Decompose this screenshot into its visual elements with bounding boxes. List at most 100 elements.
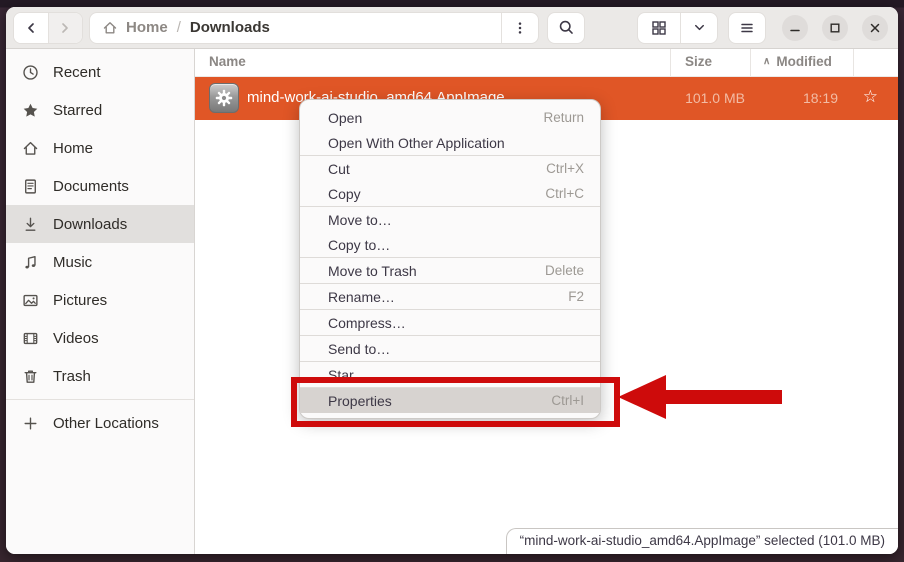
sidebar-item-label: Pictures [53,292,107,309]
sidebar-item-other-locations[interactable]: Other Locations [6,404,194,442]
menu-item-star[interactable]: Star [300,362,600,387]
window-controls [782,15,888,41]
menu-item-shortcut: Delete [545,263,584,278]
menu-item-label: Properties [328,393,551,409]
column-header-modified[interactable]: ∧ Modified [763,54,832,69]
menu-item-open-with-other-application[interactable]: Open With Other Application [300,130,600,155]
downloads-icon [22,216,39,233]
file-size: 101.0 MB [685,90,745,106]
file-modified-time: 18:19 [803,90,838,106]
sidebar-item-videos[interactable]: Videos [6,319,194,357]
search-icon [558,19,575,36]
menu-item-copy-to[interactable]: Copy to… [300,232,600,257]
menu-item-label: Send to… [328,341,584,357]
search-button[interactable] [547,12,585,44]
menu-item-label: Copy [328,186,545,202]
home-icon [22,140,39,157]
minimize-icon [788,21,802,35]
nav-buttons [13,12,83,44]
column-divider[interactable] [670,49,671,76]
menu-item-shortcut: Ctrl+X [546,161,584,176]
maximize-button[interactable] [822,15,848,41]
pictures-icon [22,292,39,309]
sidebar-item-trash[interactable]: Trash [6,357,194,395]
header-bar: Home / Downloads [6,7,898,49]
column-divider[interactable] [750,49,751,76]
documents-icon [22,178,39,195]
chevron-right-icon [57,20,73,36]
sidebar-item-label: Downloads [53,216,127,233]
sidebar-item-starred[interactable]: Starred [6,91,194,129]
path-bar: Home / Downloads [89,12,539,44]
sidebar-item-documents[interactable]: Documents [6,167,194,205]
menu-item-label: Star [328,367,584,383]
minimize-button[interactable] [782,15,808,41]
sidebar-item-pictures[interactable]: Pictures [6,281,194,319]
sort-ascending-icon: ∧ [763,56,770,67]
menu-item-label: Open With Other Application [328,135,584,151]
home-icon [102,20,118,36]
menu-item-properties[interactable]: Properties Ctrl+I [300,388,600,413]
executable-gear-icon [209,83,239,113]
view-options-dropdown[interactable] [680,13,717,43]
hamburger-menu-icon [739,20,755,36]
sidebar-separator [6,399,194,400]
menu-item-label: Rename… [328,289,568,305]
menu-item-label: Open [328,110,543,126]
chevron-left-icon [23,20,39,36]
menu-item-label: Compress… [328,315,584,331]
menu-item-label: Move to… [328,212,584,228]
column-header-size[interactable]: Size [685,54,712,69]
breadcrumb-separator: / [177,19,181,36]
sidebar-item-downloads[interactable]: Downloads [6,205,194,243]
menu-item-send-to[interactable]: Send to… [300,336,600,361]
column-divider[interactable] [853,49,854,76]
column-header-modified-label: Modified [776,54,832,69]
sidebar-item-label: Recent [53,64,101,81]
view-toggle-group [637,12,718,44]
close-button[interactable] [862,15,888,41]
star-icon [22,102,39,119]
grid-view-button[interactable] [638,13,680,43]
menu-item-shortcut: Ctrl+C [545,186,584,201]
sidebar-item-label: Trash [53,368,91,385]
sidebar-item-label: Documents [53,178,129,195]
menu-item-shortcut: F2 [568,289,584,304]
sidebar-item-recent[interactable]: Recent [6,53,194,91]
menu-item-shortcut: Return [543,110,584,125]
main-menu-button[interactable] [728,12,766,44]
menu-item-compress[interactable]: Compress… [300,310,600,335]
sidebar-item-label: Music [53,254,92,271]
maximize-icon [828,21,842,35]
menu-item-cut[interactable]: Cut Ctrl+X [300,156,600,181]
music-note-icon [22,254,39,271]
back-button[interactable] [14,13,48,43]
trash-icon [22,368,39,385]
sidebar-item-label: Home [53,140,93,157]
menu-item-label: Move to Trash [328,263,545,279]
menu-item-label: Copy to… [328,237,584,253]
menu-item-shortcut: Ctrl+I [551,393,584,408]
breadcrumb-home[interactable]: Home [126,19,168,36]
forward-button[interactable] [48,13,83,43]
sidebar-item-label: Starred [53,102,102,119]
plus-icon [22,415,39,432]
sidebar-item-home[interactable]: Home [6,129,194,167]
menu-item-move-to-trash[interactable]: Move to Trash Delete [300,258,600,283]
selection-status-text: “mind-work-ai-studio_amd64.AppImage” sel… [520,533,885,548]
sidebar-item-label: Other Locations [53,415,159,432]
star-outline-icon[interactable]: ☆ [863,87,878,107]
status-bar: “mind-work-ai-studio_amd64.AppImage” sel… [506,528,898,554]
grid-view-icon [651,20,667,36]
breadcrumb-current[interactable]: Downloads [190,19,270,36]
sidebar-item-music[interactable]: Music [6,243,194,281]
menu-item-rename[interactable]: Rename… F2 [300,284,600,309]
menu-item-move-to[interactable]: Move to… [300,207,600,232]
context-menu: Open Return Open With Other Application … [299,99,601,419]
location-menu-button[interactable] [501,13,538,43]
menu-item-copy[interactable]: Copy Ctrl+C [300,181,600,206]
menu-item-open[interactable]: Open Return [300,105,600,130]
videos-icon [22,330,39,347]
column-header-name[interactable]: Name [209,54,246,69]
sidebar-item-label: Videos [53,330,99,347]
